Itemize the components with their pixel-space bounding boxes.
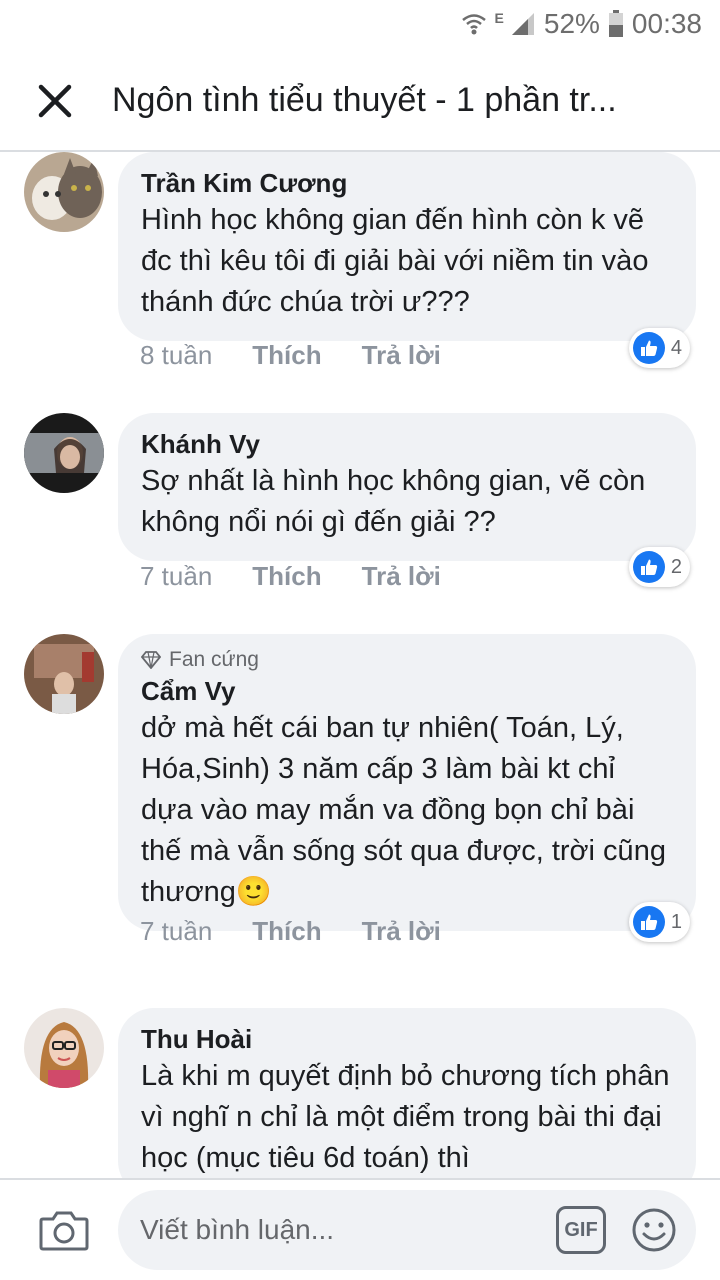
close-icon xyxy=(38,84,72,118)
comment-time: 8 tuần xyxy=(140,340,213,370)
comment-actions: 7 tuần Thích Trả lời xyxy=(140,916,441,947)
comment-bubble[interactable]: Khánh Vy Sợ nhất là hình học không gian,… xyxy=(118,413,696,561)
comment-actions: 7 tuần Thích Trả lời xyxy=(140,561,441,592)
comment-time: 7 tuần xyxy=(140,561,213,591)
avatar[interactable] xyxy=(24,1008,104,1088)
like-thumb-icon xyxy=(632,906,665,938)
comment-author[interactable]: Khánh Vy xyxy=(141,427,674,461)
reaction-summary[interactable]: 4 xyxy=(628,328,690,368)
status-icons: E 52% 00:38 xyxy=(461,6,702,42)
wifi-icon xyxy=(461,11,487,37)
network-type: E xyxy=(494,10,504,26)
like-thumb-icon xyxy=(632,332,665,364)
reply-button[interactable]: Trả lời xyxy=(362,340,441,371)
comment-list[interactable]: Trần Kim Cương Hình học không gian đến h… xyxy=(0,152,720,1178)
reaction-count: 4 xyxy=(670,336,682,359)
reaction-count: 1 xyxy=(670,910,682,933)
battery-percent: 52% xyxy=(543,8,600,39)
page-title: Ngôn tình tiểu thuyết - 1 phần tr... xyxy=(112,81,617,119)
like-thumb-icon xyxy=(632,551,665,583)
badge-label: Fan cứng xyxy=(169,648,259,671)
reply-button[interactable]: Trả lời xyxy=(362,916,441,947)
gif-button[interactable]: GIF xyxy=(556,1206,606,1254)
comment-text: Hình học không gian đến hình còn k vẽ đc… xyxy=(141,204,649,318)
reaction-summary[interactable]: 2 xyxy=(628,547,690,587)
reaction-count: 2 xyxy=(670,555,682,578)
comment-time: 7 tuần xyxy=(140,916,213,946)
emoji-icon xyxy=(632,1208,676,1252)
camera-button[interactable] xyxy=(36,1202,92,1258)
like-button[interactable]: Thích xyxy=(252,561,321,592)
like-button[interactable]: Thích xyxy=(252,340,321,371)
comment-input[interactable] xyxy=(140,1206,540,1254)
signal-icon xyxy=(510,11,536,37)
clock: 00:38 xyxy=(631,8,702,39)
comment-author[interactable]: Thu Hoài xyxy=(141,1022,674,1056)
close-button[interactable] xyxy=(26,72,84,130)
like-button[interactable]: Thích xyxy=(252,916,321,947)
comment-bubble[interactable]: Thu Hoài Là khi m quyết định bỏ chương t… xyxy=(118,1008,696,1178)
fan-badge: Fan cứng xyxy=(141,648,674,672)
avatar[interactable] xyxy=(24,634,104,714)
avatar[interactable] xyxy=(24,152,104,232)
comment-text: Sợ nhất là hình học không gian, vẽ còn k… xyxy=(141,465,646,538)
comment-text: Là khi m quyết định bỏ chương tích phân … xyxy=(141,1060,670,1174)
emoji-button[interactable] xyxy=(628,1204,680,1256)
battery-icon xyxy=(608,10,624,38)
comment-author[interactable]: Cẩm Vy xyxy=(141,674,674,708)
comment-bubble[interactable]: Trần Kim Cương Hình học không gian đến h… xyxy=(118,152,696,341)
comment-composer: GIF xyxy=(0,1178,720,1280)
status-bar: E 52% 00:38 xyxy=(0,0,720,50)
avatar[interactable] xyxy=(24,413,104,493)
reply-button[interactable]: Trả lời xyxy=(362,561,441,592)
reaction-summary[interactable]: 1 xyxy=(628,902,690,942)
comment-bubble[interactable]: Fan cứng Cẩm Vy dở mà hết cái ban tự nhi… xyxy=(118,634,696,931)
top-bar: Ngôn tình tiểu thuyết - 1 phần tr... xyxy=(0,50,720,152)
diamond-icon xyxy=(141,651,161,669)
camera-icon xyxy=(39,1211,89,1251)
comment-author[interactable]: Trần Kim Cương xyxy=(141,166,674,200)
comment-text: dở mà hết cái ban tự nhiên( Toán, Lý, Hó… xyxy=(141,712,666,908)
comment-input-container: GIF xyxy=(118,1190,696,1270)
comment-actions: 8 tuần Thích Trả lời xyxy=(140,340,441,371)
